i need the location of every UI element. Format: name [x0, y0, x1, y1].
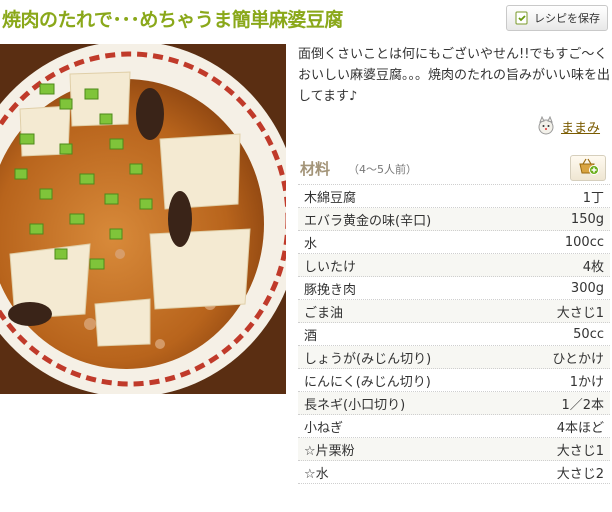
- ingredient-name: ☆片栗粉: [304, 443, 355, 459]
- ingredient-name: 水: [304, 236, 318, 252]
- title-bar: 焼肉のたれで･･･めちゃうま簡単麻婆豆腐 レシピを保存: [0, 0, 612, 44]
- ingredient-name: エバラ黄金の味(辛口): [304, 213, 432, 229]
- ingredient-row: ごま油 大さじ1: [298, 300, 610, 323]
- ingredient-name: 豚挽き肉: [304, 282, 357, 298]
- ingredient-amount: 4本ほど: [556, 420, 604, 436]
- author-name[interactable]: ままみ: [561, 117, 600, 136]
- ingredient-row: にんにく(みじん切り) 1かけ: [298, 369, 610, 392]
- ingredient-amount: 150g: [570, 211, 604, 227]
- ingredient-amount: 大さじ1: [556, 305, 604, 321]
- recipe-description: 面倒くさいことは何にもございやせん!!でもすご～くおいしい麻婆豆腐。。。焼肉のた…: [298, 47, 611, 104]
- recipe-photo[interactable]: [0, 44, 286, 394]
- ingredient-name: ごま油: [304, 305, 344, 321]
- ingredient-amount: 300g: [570, 280, 604, 296]
- ingredient-amount: ひとかけ: [552, 351, 604, 367]
- ingredient-name: 小ねぎ: [304, 420, 344, 436]
- author-link[interactable]: ままみ: [536, 115, 600, 137]
- ingredient-amount: 1丁: [582, 190, 604, 206]
- ingredient-name: 木綿豆腐: [304, 190, 357, 206]
- recipe-title: 焼肉のたれで･･･めちゃうま簡単麻婆豆腐: [2, 9, 343, 31]
- ingredient-name: しいたけ: [304, 259, 357, 275]
- author-avatar-icon: [536, 115, 556, 136]
- ingredient-amount: 1／2本: [561, 397, 604, 413]
- ingredient-name: しょうが(みじん切り): [304, 351, 432, 367]
- ingredient-row: 水 100cc: [298, 231, 610, 254]
- ingredient-row: 長ネギ(小口切り) 1／2本: [298, 392, 610, 415]
- ingredient-row: ☆水 大さじ2: [298, 461, 610, 484]
- ingredient-amount: 4枚: [582, 259, 604, 275]
- ingredient-row: 小ねぎ 4本ほど: [298, 415, 610, 438]
- ingredients-header: 材料 （4～5人前）: [298, 152, 610, 184]
- ingredient-row: しょうが(みじん切り) ひとかけ: [298, 346, 610, 369]
- ingredient-row: 豚挽き肉 300g: [298, 277, 610, 300]
- ingredient-amount: 100cc: [564, 234, 604, 250]
- ingredient-row: 酒 50cc: [298, 323, 610, 346]
- ingredient-row: しいたけ 4枚: [298, 254, 610, 277]
- ingredients-list: 木綿豆腐 1丁エバラ黄金の味(辛口) 150g 水 100cc しいたけ 4枚豚挽き肉 300…: [298, 184, 610, 484]
- ingredient-name: 長ネギ(小口切り): [304, 397, 406, 413]
- ingredient-name: ☆水: [304, 466, 329, 482]
- ingredients-title: 材料: [300, 160, 331, 178]
- ingredient-name: にんにく(みじん切り): [304, 374, 431, 390]
- ingredient-row: エバラ黄金の味(辛口) 150g: [298, 208, 610, 231]
- ingredient-amount: 1かけ: [569, 374, 604, 390]
- ingredient-amount: 50cc: [573, 326, 604, 342]
- ingredient-row: ☆片栗粉 大さじ1: [298, 438, 610, 461]
- add-to-basket-button[interactable]: [570, 155, 606, 181]
- ingredient-name: 酒: [304, 328, 318, 344]
- save-recipe-icon: [515, 11, 528, 25]
- ingredient-amount: 大さじ1: [556, 443, 604, 459]
- ingredient-amount: 大さじ2: [556, 466, 604, 482]
- save-recipe-label: レシピを保存: [534, 12, 600, 25]
- ingredient-row: 木綿豆腐 1丁: [298, 185, 610, 208]
- basket-add-icon: [577, 157, 599, 179]
- save-recipe-button[interactable]: レシピを保存: [506, 5, 608, 31]
- servings-count: （4～5人前）: [348, 163, 417, 176]
